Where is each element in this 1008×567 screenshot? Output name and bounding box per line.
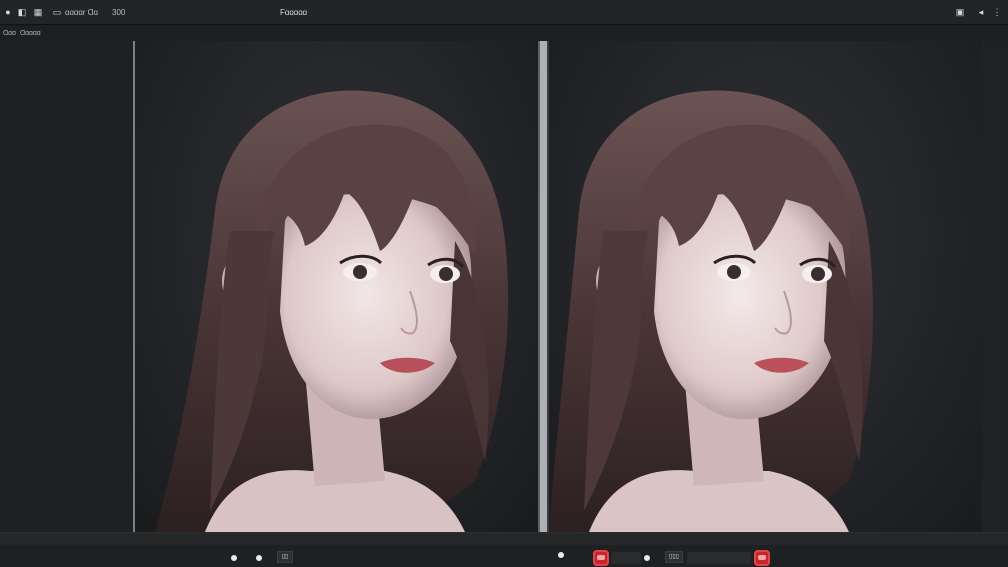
side-panel (0, 41, 133, 532)
bottom-bar: ▯▯ ▯▯▯ (0, 532, 1008, 567)
portrait-image-after (549, 90, 873, 532)
title-bar: ● ◧ ▦ ▭ ɑɑɑɑr Ɑɑ 300 Fɑɑɑɑɑ ▣ ◂ ⋮ (0, 0, 1008, 25)
share-icon[interactable]: ◂ (976, 7, 986, 18)
file-icon[interactable]: ◧ (17, 7, 27, 18)
bottom-bar-strip (0, 533, 1008, 545)
canvas-before[interactable] (135, 41, 538, 532)
right-track-2[interactable] (687, 552, 751, 564)
menu-bar: Ɑɑɑ Ɑɑɑɑɑ (0, 26, 1008, 41)
more-icon[interactable]: ⋮ (992, 7, 1002, 18)
left-toggle-dot[interactable] (256, 555, 262, 561)
toolbar-number[interactable]: 300 (112, 7, 125, 18)
save-icon[interactable]: ▣ (955, 7, 965, 18)
toolbar-label[interactable]: ɑɑɑɑr Ɑɑ (65, 7, 98, 18)
grid-icon[interactable]: ▦ (33, 7, 43, 18)
right-track-1[interactable] (611, 552, 641, 564)
frame-icon[interactable]: ▭ (52, 7, 62, 18)
left-counter-box[interactable]: ▯▯ (277, 551, 293, 563)
compare-split-handle[interactable] (538, 41, 549, 532)
right-counter-box[interactable]: ▯▯▯ (665, 551, 683, 563)
left-playhead-dot[interactable] (231, 555, 237, 561)
right-gutter (981, 41, 1008, 532)
right-playhead-dot[interactable] (558, 552, 564, 558)
canvas-after[interactable] (549, 41, 981, 532)
record-button-right[interactable] (754, 550, 770, 566)
record-button-left[interactable] (593, 550, 609, 566)
right-toggle-dot[interactable] (644, 555, 650, 561)
app-icon[interactable]: ● (3, 7, 13, 18)
menu-item-0[interactable]: Ɑɑɑ (3, 29, 16, 38)
portrait-image-before (155, 90, 509, 532)
app-window: ● ◧ ▦ ▭ ɑɑɑɑr Ɑɑ 300 Fɑɑɑɑɑ ▣ ◂ ⋮ Ɑɑɑ Ɑɑ… (0, 0, 1008, 567)
window-title: Fɑɑɑɑɑ (280, 8, 308, 17)
menu-item-1[interactable]: Ɑɑɑɑɑ (20, 29, 41, 38)
